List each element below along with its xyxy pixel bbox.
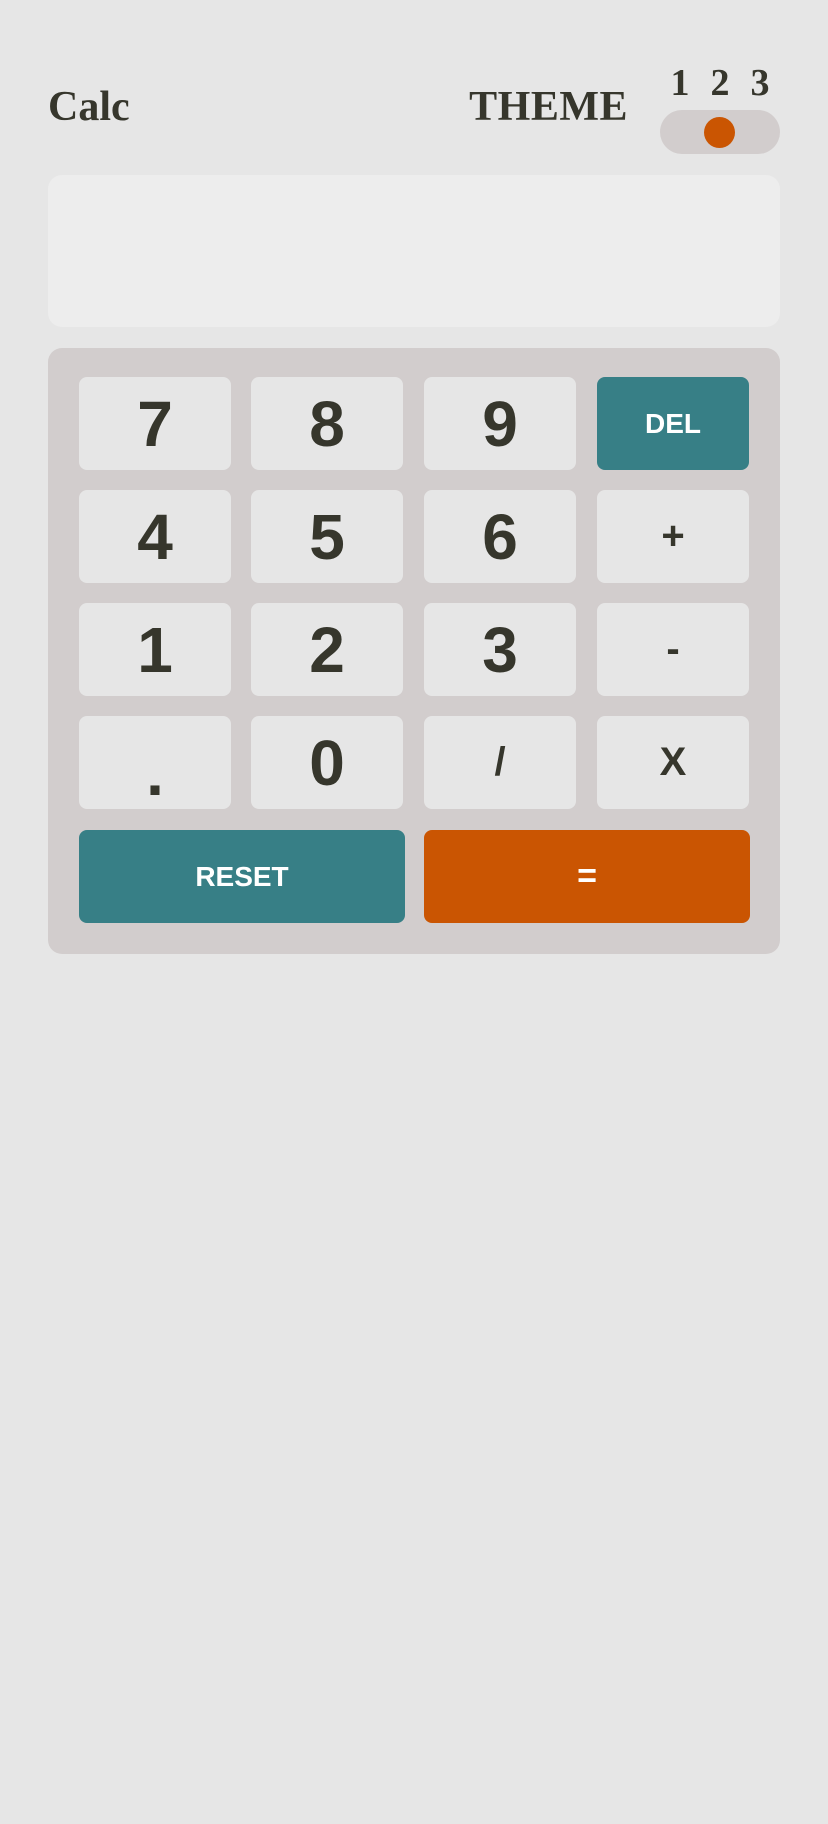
theme-option-2[interactable]: 2 xyxy=(700,64,740,104)
app-title: Calc xyxy=(48,84,130,130)
key-7[interactable]: 7 xyxy=(79,377,231,470)
theme-label: THEME xyxy=(469,84,628,130)
theme-toggle-track[interactable] xyxy=(660,110,780,154)
reset-button[interactable]: RESET xyxy=(79,830,405,923)
key-decimal[interactable]: . xyxy=(79,716,231,809)
theme-number-labels: 1 2 3 xyxy=(660,64,780,104)
key-6[interactable]: 6 xyxy=(424,490,576,583)
theme-option-1[interactable]: 1 xyxy=(660,64,700,104)
key-divide[interactable]: / xyxy=(424,716,576,809)
key-0[interactable]: 0 xyxy=(251,716,403,809)
key-4[interactable]: 4 xyxy=(79,490,231,583)
equals-button[interactable]: = xyxy=(424,830,750,923)
key-minus[interactable]: - xyxy=(597,603,749,696)
theme-switcher[interactable]: 1 2 3 xyxy=(660,60,780,154)
keypad: 7 8 9 DEL 4 5 6 + 1 2 3 - . 0 / X RESET … xyxy=(48,348,780,954)
key-9[interactable]: 9 xyxy=(424,377,576,470)
key-plus[interactable]: + xyxy=(597,490,749,583)
theme-toggle-knob[interactable] xyxy=(704,117,735,148)
header: Calc THEME 1 2 3 xyxy=(48,60,780,160)
theme-option-3[interactable]: 3 xyxy=(740,64,780,104)
key-decimal-label: . xyxy=(146,736,164,809)
key-5[interactable]: 5 xyxy=(251,490,403,583)
calculator-display xyxy=(48,175,780,327)
key-2[interactable]: 2 xyxy=(251,603,403,696)
key-1[interactable]: 1 xyxy=(79,603,231,696)
key-multiply[interactable]: X xyxy=(597,716,749,809)
key-8[interactable]: 8 xyxy=(251,377,403,470)
delete-button[interactable]: DEL xyxy=(597,377,749,470)
key-3[interactable]: 3 xyxy=(424,603,576,696)
